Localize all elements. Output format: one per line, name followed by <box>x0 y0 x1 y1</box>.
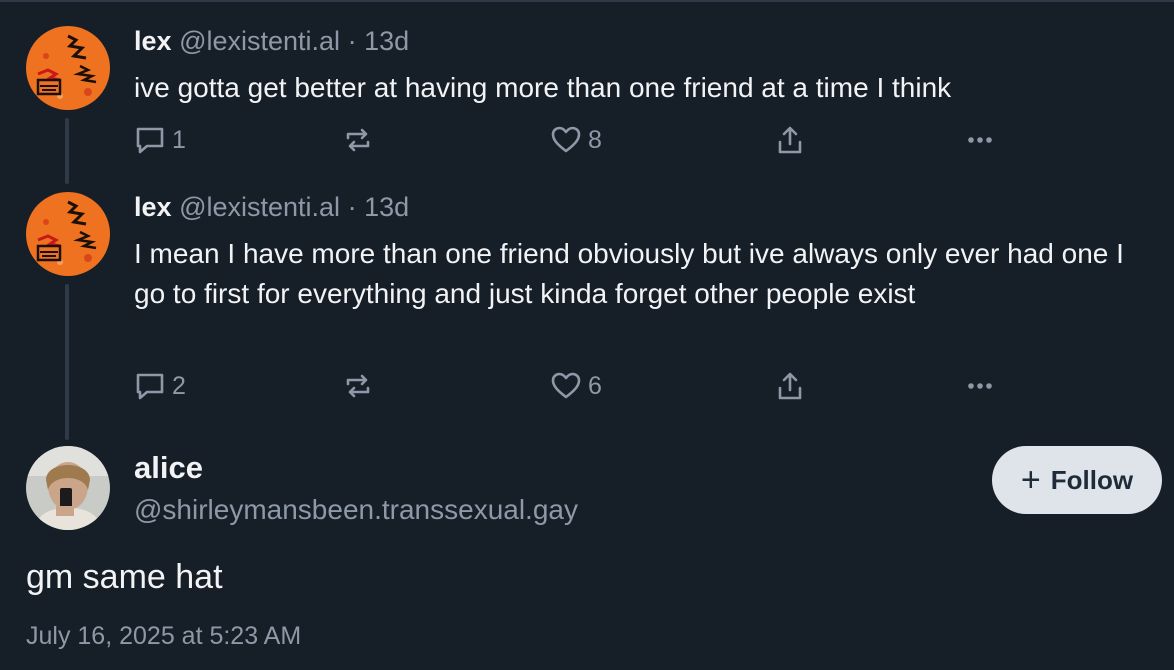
follow-button[interactable]: + Follow <box>992 446 1162 514</box>
share-button[interactable] <box>774 368 806 404</box>
thread-post[interactable]: lex @lexistenti.al · 13d I mean I have m… <box>0 0 1174 440</box>
post-text: I mean I have more than one friend obvio… <box>134 238 1124 309</box>
like-button[interactable]: 6 <box>550 368 602 404</box>
follow-label: Follow <box>1050 464 1134 495</box>
more-options-button[interactable] <box>964 368 996 404</box>
repost-button[interactable] <box>342 368 374 404</box>
like-count: 6 <box>588 371 602 400</box>
separator-dot: · <box>347 192 357 222</box>
focus-author-name[interactable]: alice <box>134 450 203 486</box>
focus-author-handle[interactable]: @shirleymansbeen.transsexual.gay <box>134 494 578 526</box>
reply-button[interactable]: 2 <box>134 368 186 404</box>
author-handle[interactable]: @lexistenti.al <box>179 192 340 222</box>
plus-icon: + <box>1020 461 1041 499</box>
post-timestamp: July 16, 2025 at 5:23 AM <box>26 622 302 650</box>
post-age[interactable]: 13d <box>364 192 409 222</box>
focus-post-text: gm same hat <box>26 558 223 596</box>
thread-connector <box>65 284 69 440</box>
repost-icon <box>342 370 374 402</box>
post-actions: 2 6 <box>134 368 1014 404</box>
heart-icon <box>550 370 582 402</box>
reply-icon <box>134 370 166 402</box>
author-name[interactable]: lex <box>134 192 172 222</box>
more-icon <box>964 370 996 402</box>
share-icon <box>774 370 806 402</box>
avatar[interactable] <box>26 192 110 276</box>
focus-avatar[interactable] <box>26 446 110 530</box>
reply-count: 2 <box>172 371 186 400</box>
post-header: lex @lexistenti.al · 13d <box>134 192 409 223</box>
